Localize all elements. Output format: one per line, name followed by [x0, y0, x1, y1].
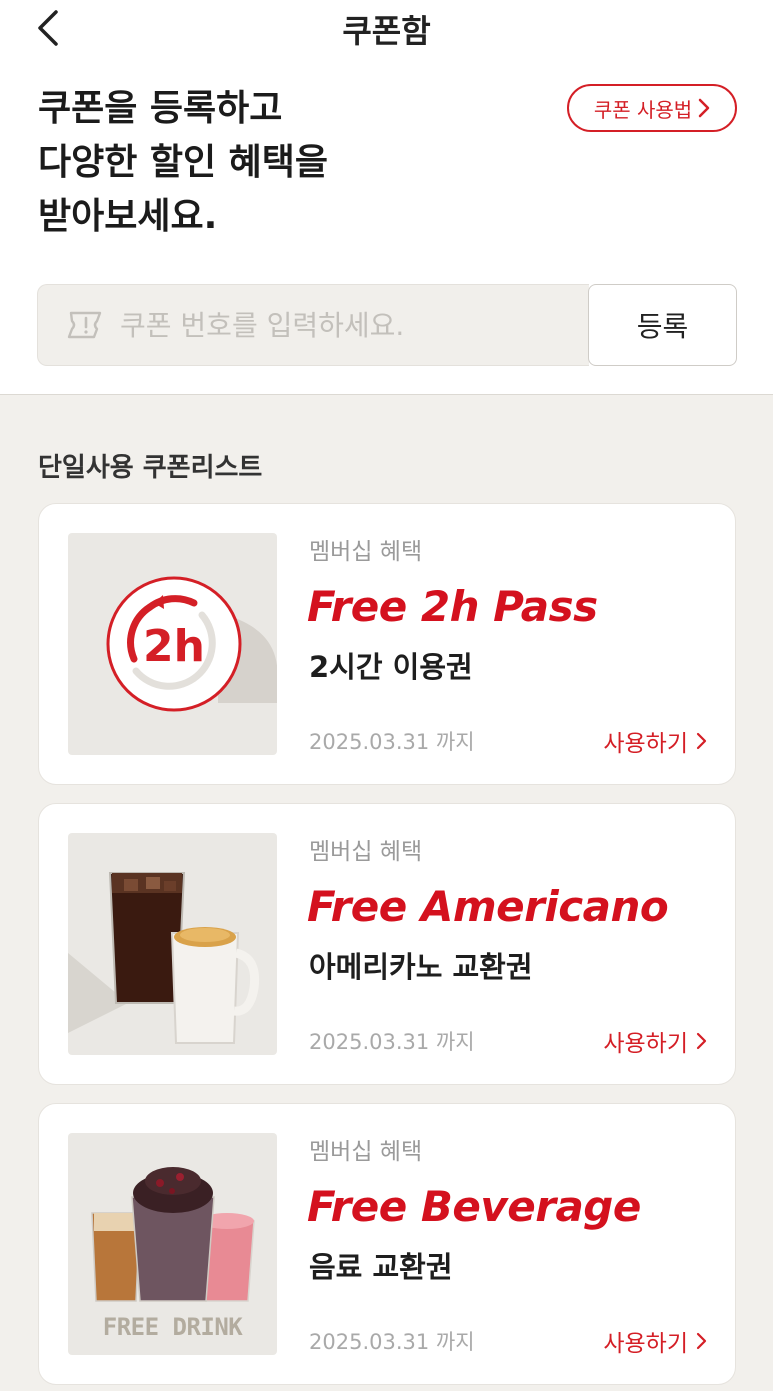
coupon-title-en: Free Beverage [307, 1182, 641, 1231]
coupon-card-americano[interactable]: 멤버십 혜택 Free Americano 아메리카노 교환권 2025.03.… [38, 803, 736, 1085]
coupon-number-input[interactable] [120, 308, 560, 342]
coupon-thumbnail: FREE DRINK [68, 1133, 277, 1355]
coupon-category: 멤버십 혜택 [309, 839, 423, 865]
coupon-guide-label: 쿠폰 사용법 [593, 97, 693, 122]
use-coupon-button[interactable]: 사용하기 [603, 1324, 707, 1358]
coupon-card-2h-pass[interactable]: 2h 멤버십 혜택 Free 2h Pass 2시간 이용권 2025.03.3… [38, 503, 736, 785]
coupon-expiry-date: 2025.03.31 까지 [309, 730, 475, 754]
chevron-right-icon [698, 98, 710, 118]
coupon-ticket-icon [67, 311, 102, 339]
use-coupon-button[interactable]: 사용하기 [603, 724, 707, 758]
chevron-right-icon [696, 1332, 707, 1350]
free-drink-label: FREE DRINK [102, 1313, 243, 1341]
coupon-input-box [37, 284, 589, 366]
hero-text: 쿠폰을 등록하고 다양한 할인 혜택을 받아보세요. [38, 88, 329, 237]
coupon-title-ko: 음료 교환권 [309, 1250, 453, 1284]
header: 쿠폰함 [0, 0, 773, 60]
coupon-category: 멤버십 혜택 [309, 539, 423, 565]
coffee-icon [68, 872, 260, 1044]
coupon-title-ko: 2시간 이용권 [309, 650, 473, 684]
chevron-right-icon [696, 1032, 707, 1050]
coupon-thumbnail [68, 833, 277, 1055]
coupon-title-ko: 아메리카노 교환권 [309, 950, 533, 984]
coupon-expiry-date: 2025.03.31 까지 [309, 1330, 475, 1354]
coupon-category: 멤버십 혜택 [309, 1139, 423, 1165]
coupon-guide-button[interactable]: 쿠폰 사용법 [567, 84, 737, 132]
use-coupon-label: 사용하기 [603, 731, 688, 757]
use-coupon-button[interactable]: 사용하기 [603, 1024, 707, 1058]
use-coupon-label: 사용하기 [603, 1331, 688, 1357]
chevron-right-icon [696, 732, 707, 750]
coupon-list-section: 단일사용 쿠폰리스트 2h 멤버십 혜택 Free 2h Pass 2시간 이용… [0, 395, 773, 1391]
register-button[interactable]: 등록 [588, 284, 737, 366]
coupon-list-title: 단일사용 쿠폰리스트 [38, 453, 263, 483]
2h-badge-text: 2h [143, 621, 205, 672]
2h-pass-icon: 2h [106, 576, 277, 712]
coupon-title-en: Free 2h Pass [307, 582, 598, 631]
page-title: 쿠폰함 [342, 12, 431, 50]
coupon-thumbnail: 2h [68, 533, 277, 755]
coupon-expiry-date: 2025.03.31 까지 [309, 1030, 475, 1054]
coupon-card-beverage[interactable]: FREE DRINK 멤버십 혜택 Free Beverage 음료 교환권 2… [38, 1103, 736, 1385]
coupon-title-en: Free Americano [307, 882, 669, 931]
use-coupon-label: 사용하기 [603, 1031, 688, 1057]
